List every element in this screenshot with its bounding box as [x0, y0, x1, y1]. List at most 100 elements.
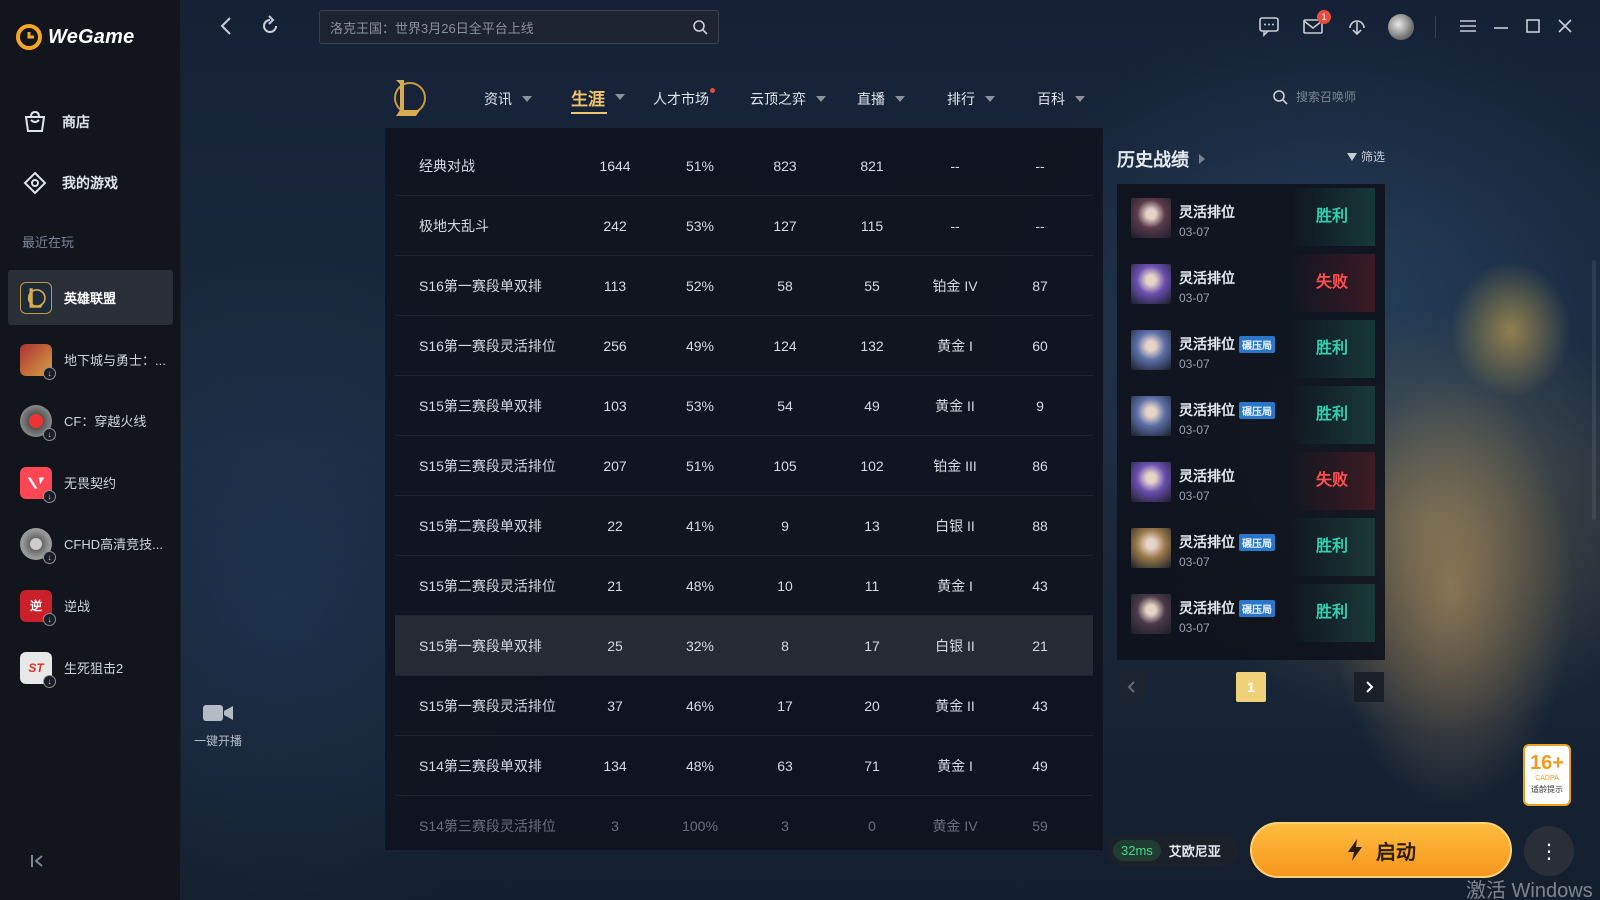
close-icon[interactable] — [1554, 15, 1576, 37]
more-options-icon[interactable]: ⋮ — [1524, 826, 1574, 876]
chat-icon[interactable] — [1258, 15, 1280, 37]
table-cell: 8 — [781, 638, 789, 654]
table-cell: 11 — [864, 578, 880, 594]
one-click-live-button[interactable]: 一键开播 — [190, 702, 246, 749]
table-cell: 黄金 I — [937, 578, 973, 594]
nav-tab-career[interactable]: 生涯 — [571, 86, 625, 114]
table-cell: 13 — [864, 518, 880, 534]
match-history-item[interactable]: 灵活排位 碾压局 03-07 胜利 — [1117, 518, 1375, 578]
sidebar-game-cf[interactable]: ↓ CF：穿越火线 — [8, 393, 173, 448]
table-row[interactable]: S15第一赛段灵活排位 37 46% 17 20 黄金 II 43 — [395, 676, 1093, 736]
sidebar-game-cfhd[interactable]: ↓ CFHD高清竞技... — [8, 516, 173, 571]
nav-tab-label: 生涯 — [571, 89, 605, 109]
next-page-button[interactable] — [1354, 672, 1384, 702]
new-dot-indicator — [710, 88, 715, 93]
nav-tab-label: 云顶之弈 — [750, 91, 806, 107]
match-history-item[interactable]: 灵活排位 碾压局 03-07 胜利 — [1117, 386, 1375, 446]
career-stats-table: 经典对战 1644 51% 823 821 -- -- 极地大乱斗 242 53% 127 115 --… — [385, 128, 1103, 856]
maximize-icon[interactable] — [1522, 15, 1544, 37]
table-row[interactable]: 经典对战 1644 51% 823 821 -- -- — [395, 136, 1093, 196]
table-row[interactable]: 极地大乱斗 242 53% 127 115 -- -- — [395, 196, 1093, 256]
table-cell: 115 — [860, 218, 884, 234]
table-cell: 87 — [1032, 278, 1048, 294]
table-cell: 242 — [603, 218, 627, 234]
lol-logo-icon[interactable] — [390, 76, 426, 118]
launch-label: 启动 — [1376, 841, 1416, 864]
table-cell: 53% — [685, 218, 715, 234]
nav-tab-live[interactable]: 直播 — [857, 88, 905, 110]
table-cell: -- — [950, 158, 960, 174]
table-cell: 9 — [1036, 398, 1044, 414]
collapse-sidebar-icon[interactable] — [28, 852, 46, 870]
global-search-input[interactable]: 洛克王国：世界3月26日全平台上线 — [319, 10, 719, 44]
table-cell: 铂金 IV — [932, 278, 978, 294]
filter-button[interactable]: 筛选 — [1347, 148, 1385, 165]
match-result: 失败 — [1289, 452, 1375, 510]
table-cell: S16第一赛段灵活排位 — [419, 338, 556, 354]
table-cell: 25 — [607, 638, 623, 654]
wegame-logo[interactable]: WeGame — [16, 24, 134, 50]
nav-tab-talent-market[interactable]: 人才市场 — [653, 88, 715, 110]
table-row[interactable]: S15第二赛段单双排 22 41% 9 13 白银 II 88 — [395, 496, 1093, 556]
match-result: 胜利 — [1289, 320, 1375, 378]
game-label: CFHD高清竞技... — [64, 537, 163, 552]
sszj2-icon-text: ST — [28, 660, 44, 675]
sidebar-game-lol[interactable]: 英雄联盟 — [8, 270, 173, 325]
prev-page-button[interactable] — [1117, 672, 1147, 702]
back-icon[interactable] — [215, 14, 239, 38]
nav-tab-tft[interactable]: 云顶之弈 — [750, 88, 826, 110]
nav-tab-ranking[interactable]: 排行 — [947, 88, 995, 110]
summoner-search-input[interactable]: 搜索召唤师 — [1272, 88, 1356, 105]
table-row[interactable]: S14第三赛段单双排 134 48% 63 71 黄金 I 49 — [395, 736, 1093, 796]
table-row[interactable]: S14第三赛段灵活排位 3 100% 3 0 黄金 IV 59 — [395, 796, 1093, 856]
refresh-icon[interactable] — [258, 14, 282, 38]
champion-avatar — [1131, 462, 1171, 502]
table-cell: 白银 II — [935, 638, 975, 654]
match-history-item[interactable]: 灵活排位 03-07 胜利 — [1117, 188, 1375, 248]
crush-tag: 碾压局 — [1239, 401, 1275, 419]
table-cell: 10 — [777, 578, 793, 594]
match-history-item[interactable]: 灵活排位 碾压局 03-07 胜利 — [1117, 320, 1375, 380]
sidebar-game-sszj2[interactable]: ST ↓ 生死狙击2 — [8, 640, 173, 695]
match-history-item[interactable]: 灵活排位 03-07 失败 — [1117, 254, 1375, 314]
age-rating-org: CADPA — [1535, 775, 1559, 782]
table-row[interactable]: S15第二赛段灵活排位 21 48% 10 11 黄金 I 43 — [395, 556, 1093, 616]
match-history-item[interactable]: 灵活排位 03-07 失败 — [1117, 452, 1375, 512]
chevron-down-icon — [522, 96, 532, 102]
age-rating-badge[interactable]: 16+ CADPA 适龄提示 — [1523, 744, 1571, 806]
sidebar-game-dnf[interactable]: ↓ 地下城与勇士：... — [8, 332, 173, 387]
sidebar-game-nizhan[interactable]: 逆 ↓ 逆战 — [8, 578, 173, 633]
table-cell: S15第二赛段单双排 — [419, 518, 542, 534]
table-row[interactable]: S15第一赛段单双排 25 32% 8 17 白银 II 21 — [395, 616, 1093, 676]
launch-button[interactable]: 启动 — [1250, 822, 1512, 878]
search-icon[interactable] — [692, 19, 708, 35]
page-scrollbar[interactable] — [1592, 260, 1596, 520]
table-row[interactable]: S16第一赛段单双排 113 52% 58 55 铂金 IV 87 — [395, 256, 1093, 316]
store-icon — [24, 110, 46, 132]
table-cell: 100% — [682, 818, 718, 834]
page-number-button[interactable]: 1 — [1236, 672, 1266, 702]
table-cell: 127 — [773, 218, 797, 234]
sidebar-game-valorant[interactable]: ↓ 无畏契约 — [8, 455, 173, 510]
table-cell: 256 — [603, 338, 627, 354]
match-history-item[interactable]: 灵活排位 碾压局 03-07 胜利 — [1117, 584, 1375, 644]
table-row[interactable]: S15第三赛段灵活排位 207 51% 105 102 铂金 III 86 — [395, 436, 1093, 496]
match-result: 胜利 — [1289, 188, 1375, 246]
user-avatar[interactable] — [1388, 14, 1414, 40]
minimize-icon[interactable] — [1490, 15, 1512, 37]
nav-tab-news[interactable]: 资讯 — [484, 88, 532, 110]
table-row[interactable]: S16第一赛段灵活排位 256 49% 124 132 黄金 I 60 — [395, 316, 1093, 376]
download-manager-icon[interactable] — [1346, 15, 1368, 37]
table-row[interactable]: S15第三赛段单双排 103 53% 54 49 黄金 II 9 — [395, 376, 1093, 436]
download-icon: ↓ — [43, 489, 56, 503]
filter-label: 筛选 — [1361, 150, 1386, 164]
match-history-title[interactable]: 历史战绩 — [1117, 146, 1205, 172]
sidebar-item-my-games[interactable]: 我的游戏 — [8, 157, 173, 209]
server-selector[interactable]: 32ms 艾欧尼亚 — [1107, 834, 1239, 866]
nav-tab-label: 人才市场 — [653, 91, 709, 107]
table-cell: S14第三赛段单双排 — [419, 758, 542, 774]
menu-icon[interactable] — [1457, 15, 1479, 37]
nav-tab-label: 排行 — [947, 91, 975, 107]
nav-tab-wiki[interactable]: 百科 — [1037, 88, 1085, 110]
sidebar-item-store[interactable]: 商店 — [8, 96, 173, 148]
